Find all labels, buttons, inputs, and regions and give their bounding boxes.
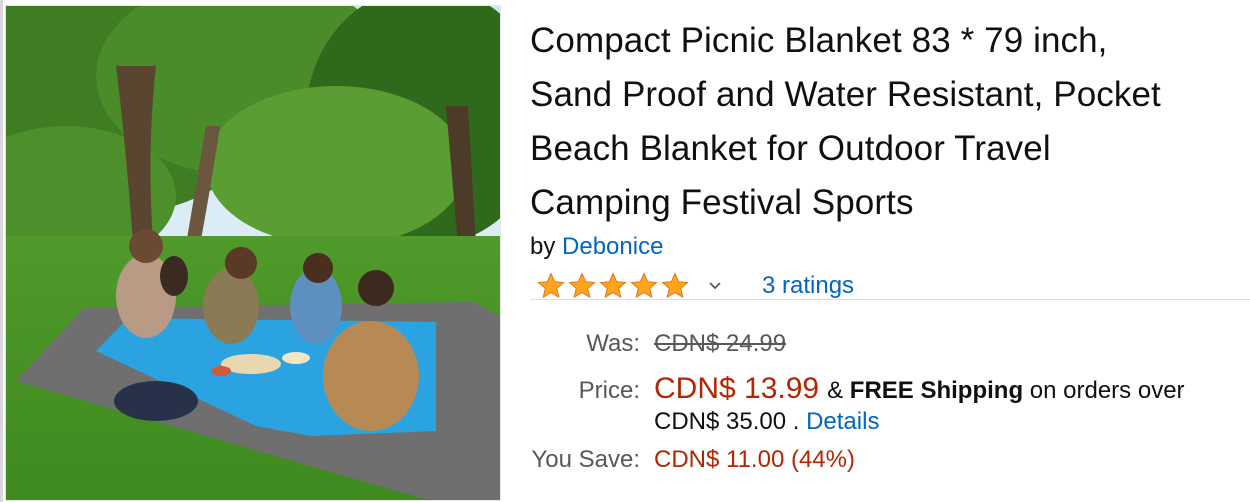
shipping-threshold: CDN$ 35.00 . xyxy=(654,408,800,435)
brand-link[interactable]: Debonice xyxy=(562,233,663,260)
product-title-line: Beach Blanket for Outdoor Travel xyxy=(530,129,1051,168)
was-label: Was: xyxy=(586,330,640,357)
price-block: Was: CDN$ 24.99 Price: CDN$ 13.99 & FREE… xyxy=(530,330,1242,474)
was-price-row: Was: CDN$ 24.99 xyxy=(530,330,1242,366)
shipping-ampersand: & xyxy=(827,377,844,404)
product-title-line: Camping Festival Sports xyxy=(530,183,914,222)
chevron-down-icon[interactable] xyxy=(706,277,724,295)
product-image[interactable] xyxy=(5,5,501,501)
was-price: CDN$ 24.99 xyxy=(654,330,787,357)
shipping-info: & FREE Shipping on orders over xyxy=(827,377,1184,405)
left-edge xyxy=(0,0,3,502)
byline: by Debonice xyxy=(530,232,1242,262)
product-info: Compact Picnic Blanket 83 * 79 inch, San… xyxy=(530,14,1242,306)
product-title-line: Sand Proof and Water Resistant, Pocket xyxy=(530,75,1161,114)
by-label: by xyxy=(530,233,556,260)
shipping-suffix: on orders over xyxy=(1029,377,1185,404)
savings-row: You Save: CDN$ 11.00 (44%) xyxy=(530,446,1242,474)
savings-amount: CDN$ 11.00 (44%) xyxy=(654,446,855,473)
current-price: CDN$ 13.99 xyxy=(654,372,820,405)
shipping-threshold-row: CDN$ 35.00 . Details xyxy=(530,408,1242,444)
save-label: You Save: xyxy=(531,446,640,473)
picnic-scene-illustration xyxy=(6,6,500,500)
star-icon xyxy=(568,272,596,299)
star-icon xyxy=(630,272,658,299)
ratings-row: 3 ratings xyxy=(530,266,1242,306)
star-icon xyxy=(599,272,627,299)
product-title: Compact Picnic Blanket 83 * 79 inch, San… xyxy=(530,14,1242,230)
price-row: Price: CDN$ 13.99 & FREE Shipping on ord… xyxy=(530,372,1242,406)
details-link[interactable]: Details xyxy=(806,408,879,435)
star-rating[interactable] xyxy=(536,271,690,301)
divider xyxy=(530,299,1250,300)
free-shipping-label: FREE Shipping xyxy=(849,377,1024,404)
ratings-count-link[interactable]: 3 ratings xyxy=(762,272,854,300)
star-icon xyxy=(537,272,565,299)
star-icon xyxy=(661,272,689,299)
product-title-line: Compact Picnic Blanket 83 * 79 inch, xyxy=(530,21,1108,60)
price-label: Price: xyxy=(578,377,640,404)
